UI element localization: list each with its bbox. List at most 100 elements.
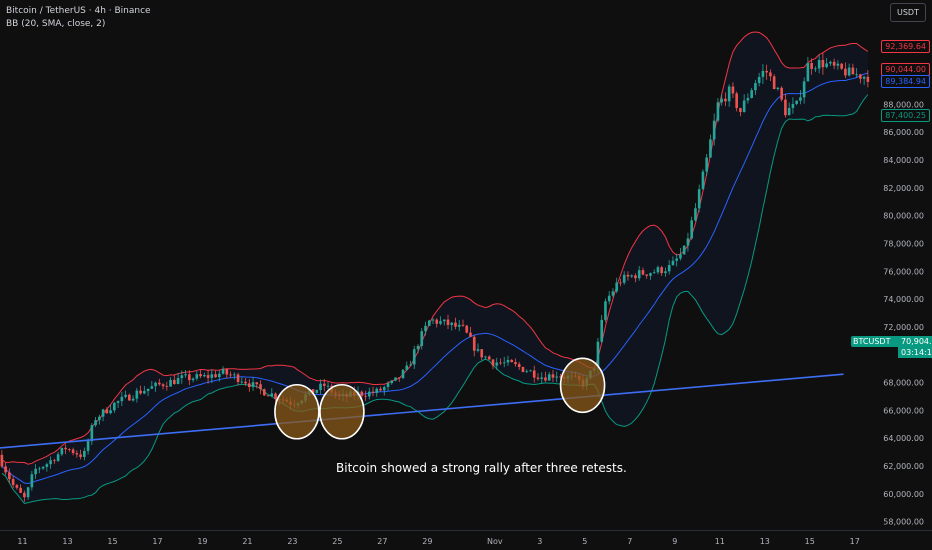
candle-body: [405, 365, 409, 370]
candle-body: [780, 87, 783, 100]
candle-body: [829, 61, 832, 64]
candle-body: [364, 395, 367, 397]
candle-body: [600, 319, 604, 342]
x-tick-label: 15: [107, 537, 117, 546]
candle-body: [229, 374, 232, 376]
candle-body: [675, 258, 678, 261]
candle-body: [236, 374, 240, 383]
candle-body: [832, 61, 836, 66]
candle-body: [139, 390, 142, 394]
x-tick-label: 17: [850, 537, 860, 546]
candle-body: [105, 409, 109, 414]
candle-body: [465, 325, 469, 333]
candle-body: [656, 267, 660, 273]
x-tick-label: 5: [582, 537, 587, 546]
candle-body: [412, 349, 416, 365]
candle-body: [49, 460, 52, 465]
candle-body: [8, 472, 11, 480]
retest-circle: [559, 357, 606, 414]
y-tick-label: 72,000.00: [883, 323, 924, 332]
candle-body: [859, 74, 862, 79]
candle-body: [315, 390, 319, 393]
bb-band-fill: [1, 32, 868, 504]
y-tick-label: 88,000.00: [883, 100, 924, 109]
candle-body: [645, 274, 649, 276]
candle-body: [731, 86, 735, 94]
candle-body: [262, 389, 266, 396]
candle-body: [739, 108, 742, 113]
candle-body: [424, 325, 427, 332]
candle-body: [86, 441, 90, 451]
candle-body: [367, 391, 371, 397]
candle-body: [232, 374, 236, 376]
y-tick-label: 82,000.00: [883, 184, 924, 193]
chart-screen: 58,000.00 60,000.00 62,000.00 64,000.00 66,0…: [0, 0, 932, 550]
candle-body: [641, 270, 645, 275]
candle-body: [435, 319, 439, 324]
chart-annotation: Bitcoin showed a strong rally after thre…: [336, 461, 627, 475]
candle-body: [143, 391, 146, 394]
candle-body: [664, 271, 667, 274]
candle-body: [360, 391, 364, 396]
candle-body: [712, 120, 716, 140]
candle-body: [855, 74, 858, 76]
candle-body: [450, 322, 454, 325]
candle-body: [109, 410, 112, 414]
symbol-title[interactable]: Bitcoin / TetherUS · 4h · Binance: [6, 6, 151, 16]
y-tick-label: 78,000.00: [883, 239, 924, 248]
y-tick-label: 76,000.00: [883, 267, 924, 276]
candle-body: [679, 254, 682, 259]
candle-body: [836, 63, 840, 66]
candle-body: [757, 76, 761, 84]
candle-body: [862, 76, 866, 79]
candle-body: [847, 67, 851, 76]
candle-body: [772, 76, 776, 90]
candle-body: [784, 99, 787, 116]
currency-button[interactable]: USDT: [890, 3, 926, 22]
candle-body: [38, 468, 41, 470]
candle-body: [90, 425, 94, 442]
x-tick-label: 21: [242, 537, 252, 546]
candle-body: [128, 394, 131, 401]
candle-body: [690, 220, 693, 239]
indicator-legend[interactable]: BB (20, SMA, close, 2): [6, 19, 105, 29]
candle-body: [158, 382, 161, 385]
candle-body: [735, 93, 738, 109]
candle-body: [506, 359, 510, 363]
candle-body: [120, 396, 124, 402]
retest-circle: [274, 383, 320, 440]
candle-body: [555, 376, 559, 378]
candle-body: [154, 382, 157, 387]
candle-body: [814, 68, 817, 70]
candle-body: [446, 319, 450, 325]
x-tick-label: 13: [760, 537, 770, 546]
candle-body: [397, 377, 401, 379]
x-tick-label: 19: [197, 537, 207, 546]
y-tick-label: 66,000.00: [883, 406, 924, 415]
candle-body: [26, 487, 30, 498]
candle-body: [694, 208, 697, 221]
last-price-label: 70,904.65: [898, 336, 932, 347]
candle-body: [113, 402, 116, 411]
candle-body: [697, 189, 701, 209]
candle-body: [150, 386, 154, 389]
candle-body: [131, 398, 135, 401]
candle-body: [701, 171, 705, 190]
candle-body: [472, 336, 476, 351]
candle-body: [532, 370, 536, 378]
candle-body: [427, 320, 431, 326]
candle-body: [840, 63, 843, 69]
candle-body: [480, 349, 484, 358]
retest-circle: [319, 383, 365, 440]
candle-body: [431, 319, 435, 321]
candle-body: [709, 139, 712, 158]
candle-body: [525, 371, 529, 373]
bar-countdown-label: 03:14:19: [898, 347, 932, 358]
candle-body: [210, 374, 214, 378]
candle-body: [821, 59, 825, 68]
candle-body: [705, 157, 708, 172]
candle-body: [851, 67, 855, 75]
candle-body: [98, 416, 101, 421]
candle-body: [439, 321, 442, 324]
candle-body: [259, 384, 262, 390]
